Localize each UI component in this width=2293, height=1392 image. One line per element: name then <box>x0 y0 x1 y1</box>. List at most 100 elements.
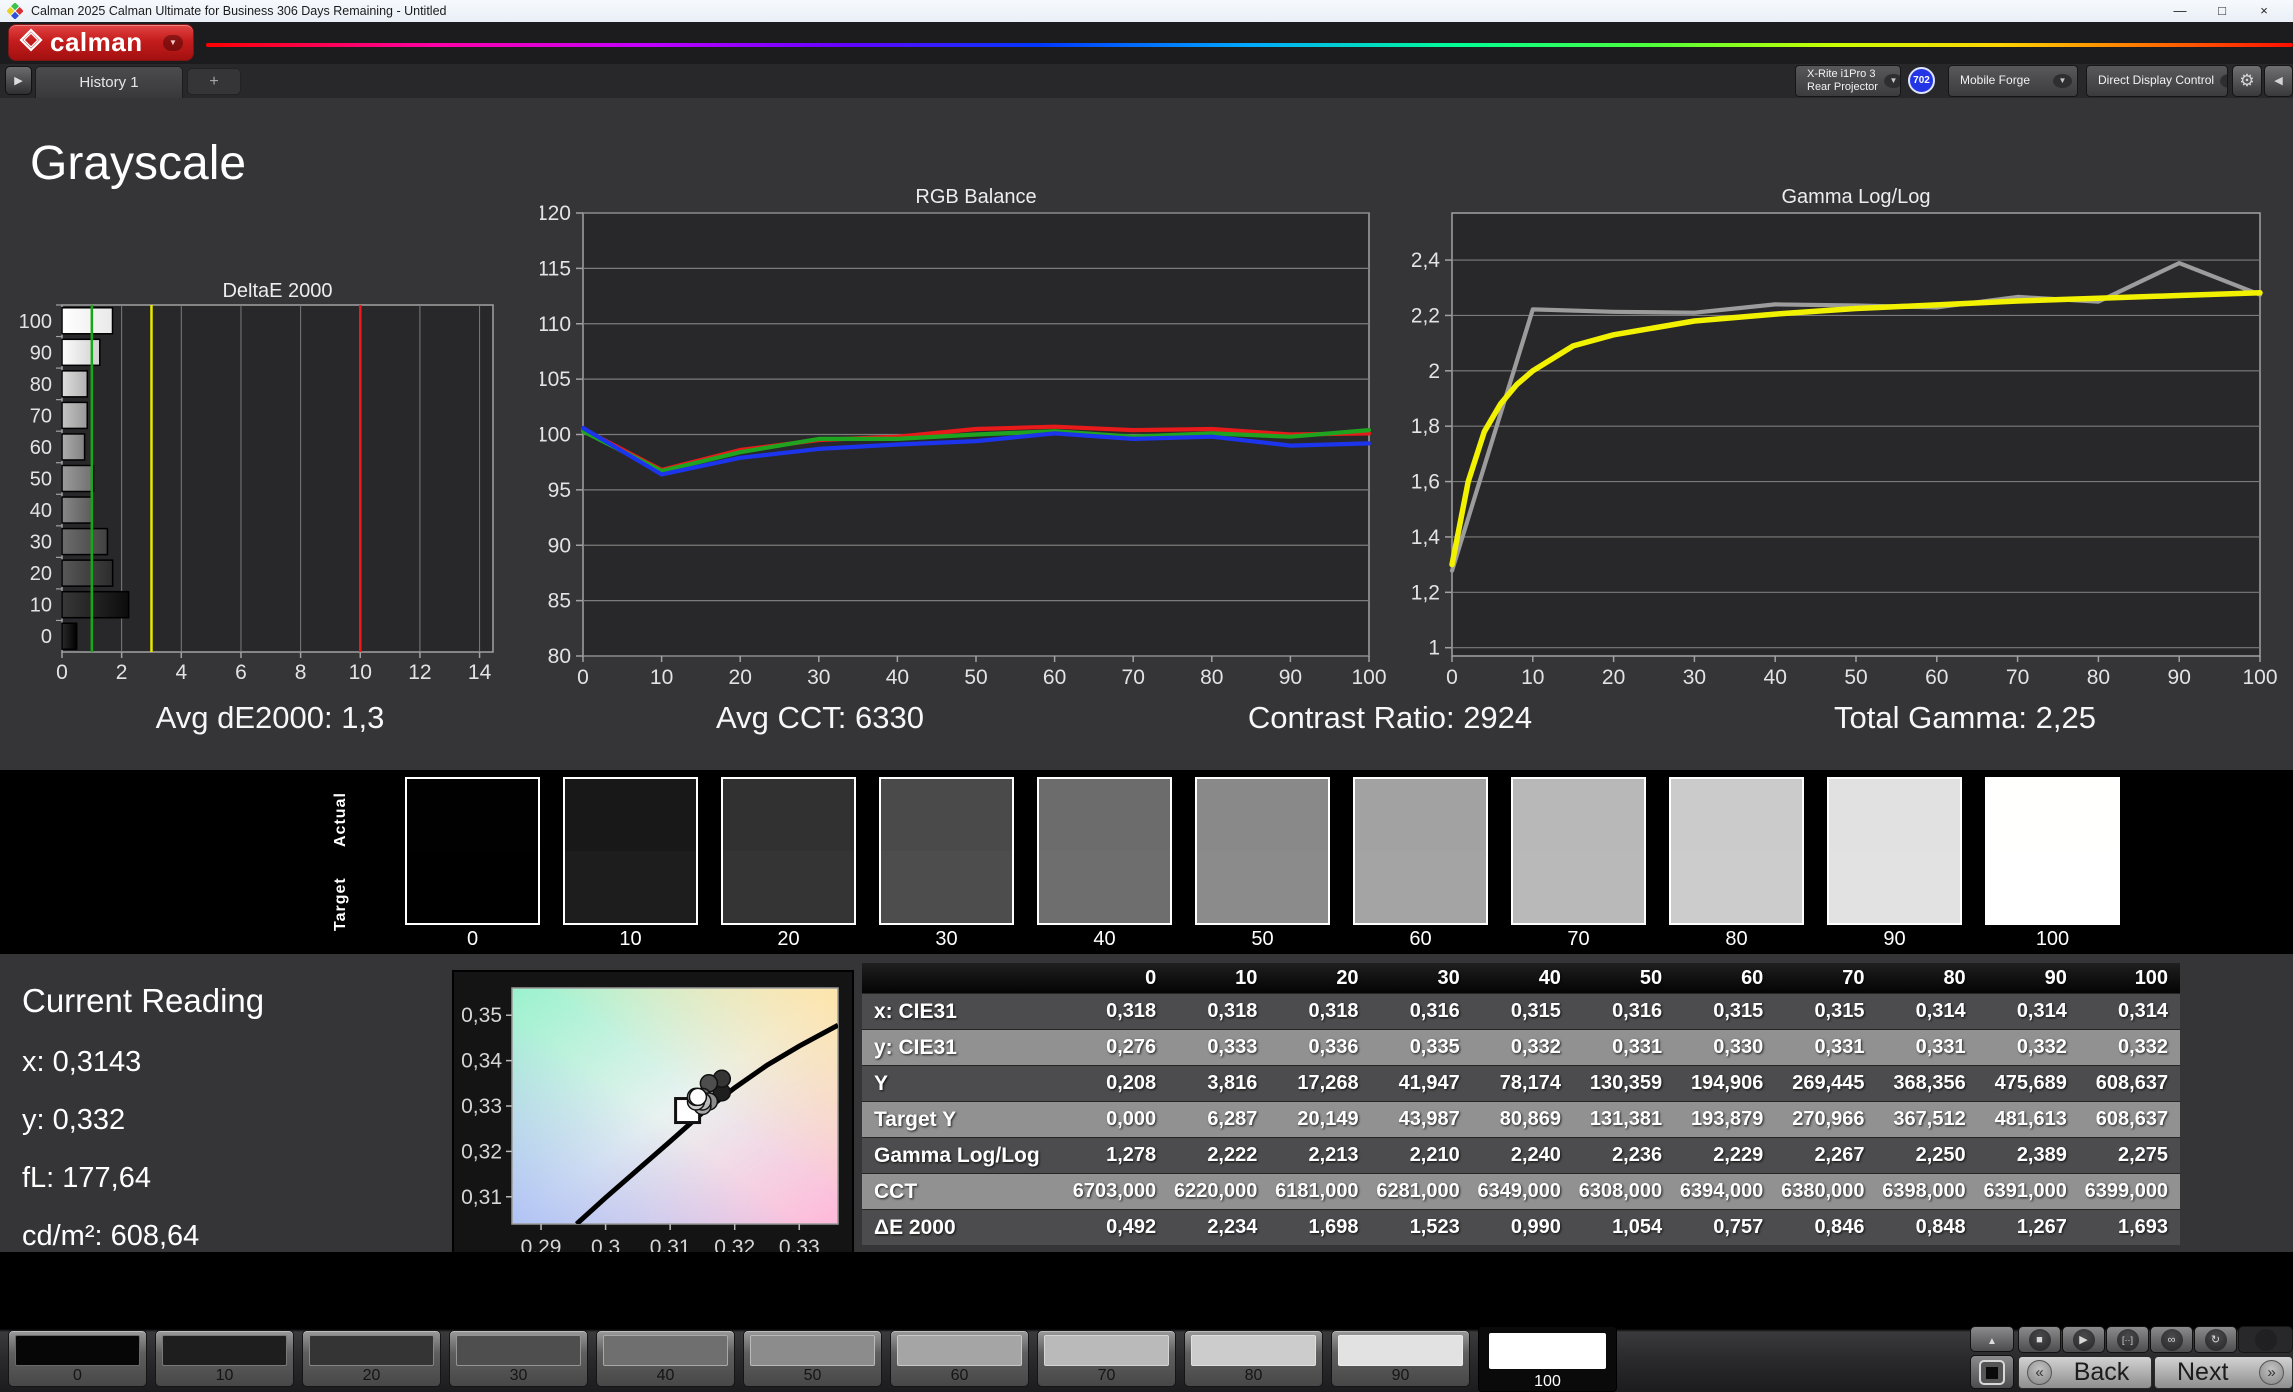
calman-window: Calman 2025 Calman Ultimate for Business… <box>0 0 2293 1392</box>
target-swatch-90 <box>1829 851 1960 923</box>
window-titlebar: Calman 2025 Calman Ultimate for Business… <box>0 0 2293 22</box>
meter-status-badge[interactable]: 702 <box>1908 67 1935 94</box>
table-cell: 0,314 <box>1877 1000 1978 1023</box>
play-button[interactable]: ▶ <box>2062 1326 2105 1353</box>
table-cell: 2,267 <box>1775 1144 1876 1167</box>
tab-scroll-button[interactable]: ▶ <box>5 66 32 95</box>
back-button[interactable]: « Back <box>2018 1356 2152 1389</box>
svg-text:1,6: 1,6 <box>1412 471 1440 494</box>
table-cell: 78,174 <box>1472 1072 1573 1095</box>
patch-swatch <box>897 1335 1022 1366</box>
svg-text:50: 50 <box>1844 666 1867 688</box>
table-cell: 1,693 <box>2079 1216 2180 1239</box>
loop-button[interactable]: ∞ <box>2150 1326 2193 1353</box>
table-column-header: 50 <box>1573 967 1674 990</box>
expand-patch-panel-button[interactable]: ▲ <box>1970 1326 2014 1352</box>
next-button[interactable]: Next » <box>2154 1356 2293 1389</box>
svg-text:1: 1 <box>1428 637 1440 660</box>
swatch-level-label: 100 <box>1985 928 2120 951</box>
stop-button[interactable]: ■ <box>2018 1326 2061 1353</box>
cie-chart-panel: 0,310,320,330,340,350,290,30,310,320,33 <box>452 970 854 1268</box>
actual-swatch-60 <box>1355 779 1486 851</box>
table-cell: 6281,000 <box>1371 1180 1472 1203</box>
loop-icon: ∞ <box>2161 1329 2183 1351</box>
svg-text:2: 2 <box>1428 360 1440 383</box>
table-row: y: CIE310,2760,3330,3360,3350,3320,3310,… <box>862 1029 2180 1065</box>
svg-text:1,4: 1,4 <box>1412 526 1440 549</box>
table-header-row: 0102030405060708090100 <box>862 963 2180 993</box>
grayscale-swatch-70 <box>1511 777 1646 925</box>
calman-logo-text: calman <box>50 27 143 58</box>
patch-swatch <box>603 1335 728 1366</box>
pattern-patch-70[interactable]: 70 <box>1037 1330 1176 1387</box>
swatch-level-label: 20 <box>721 928 856 951</box>
svg-text:10: 10 <box>650 666 673 688</box>
pattern-patch-40[interactable]: 40 <box>596 1330 735 1387</box>
table-cell: 6380,000 <box>1775 1180 1876 1203</box>
table-cell: 270,966 <box>1775 1108 1876 1131</box>
svg-text:2,4: 2,4 <box>1412 249 1440 272</box>
next-label: Next <box>2177 1358 2228 1387</box>
current-reading-panel: Current Reading x: 0,3143 y: 0,332 fL: 1… <box>22 982 442 1020</box>
table-column-header: 0 <box>1067 967 1168 990</box>
patch-swatch <box>1191 1335 1316 1366</box>
svg-text:40: 40 <box>30 500 52 522</box>
pattern-patch-0[interactable]: 0 <box>8 1330 147 1387</box>
rgb-balance-chart: 8085909510010511011512001020304050607080… <box>540 183 1390 688</box>
target-swatch-70 <box>1513 851 1644 923</box>
avg-de2000-stat: Avg dE2000: 1,3 <box>20 700 520 746</box>
pattern-patch-80[interactable]: 80 <box>1184 1330 1323 1387</box>
swatch-level-label: 80 <box>1669 928 1804 951</box>
table-cell: 269,445 <box>1775 1072 1876 1095</box>
pattern-patch-10[interactable]: 10 <box>155 1330 294 1387</box>
svg-text:2: 2 <box>116 661 128 684</box>
table-cell: 367,512 <box>1877 1108 1978 1131</box>
close-button[interactable]: × <box>2243 0 2285 22</box>
pattern-patch-100[interactable]: 100 <box>1478 1326 1617 1392</box>
patch-swatch <box>750 1335 875 1366</box>
tab-history-1[interactable]: History 1 <box>35 66 183 98</box>
calman-menu-button[interactable]: calman ▼ <box>8 24 194 61</box>
patch-label: 80 <box>1185 1367 1322 1385</box>
svg-text:70: 70 <box>30 405 52 427</box>
svg-text:80: 80 <box>30 374 52 396</box>
pattern-patch-90[interactable]: 90 <box>1331 1330 1470 1387</box>
table-cell: 0,332 <box>1978 1036 2079 1059</box>
svg-text:80: 80 <box>2087 666 2110 688</box>
patch-label: 20 <box>303 1367 440 1385</box>
table-cell: 2,240 <box>1472 1144 1573 1167</box>
table-cell: 6181,000 <box>1269 1180 1370 1203</box>
pattern-patch-30[interactable]: 30 <box>449 1330 588 1387</box>
maximize-button[interactable]: □ <box>2201 0 2243 22</box>
meter-dropdown[interactable]: X-Rite i1Pro 3 Rear Projector ▼ <box>1795 65 1901 97</box>
deltae-2000-chart: 024681012140102030405060708090100DeltaE … <box>20 283 500 688</box>
grayscale-swatch-30 <box>879 777 1014 925</box>
minimize-button[interactable]: — <box>2159 0 2201 22</box>
pattern-window-button[interactable]: [··] <box>2106 1326 2149 1353</box>
actual-swatch-40 <box>1039 779 1170 851</box>
table-cell: 6220,000 <box>1168 1180 1269 1203</box>
source-dropdown[interactable]: Mobile Forge ▼ <box>1948 65 2078 97</box>
actual-swatch-10 <box>565 779 696 851</box>
refresh-button[interactable]: ↻ <box>2194 1326 2237 1353</box>
grayscale-swatch-60 <box>1353 777 1488 925</box>
svg-text:0: 0 <box>41 626 52 648</box>
settings-button[interactable]: ⚙ <box>2232 65 2262 97</box>
pattern-patch-20[interactable]: 20 <box>302 1330 441 1387</box>
collapse-panel-button[interactable]: ◀ <box>2264 65 2293 97</box>
display-control-dropdown[interactable]: Direct Display Control ▼ <box>2086 65 2228 97</box>
pattern-patch-60[interactable]: 60 <box>890 1330 1029 1387</box>
patch-label: 0 <box>9 1367 146 1385</box>
table-row: ΔE 20000,4922,2341,6981,5230,9901,0540,7… <box>862 1209 2180 1245</box>
svg-text:90: 90 <box>30 342 52 364</box>
add-tab-button[interactable]: + <box>187 68 241 95</box>
pattern-window-button[interactable] <box>1970 1355 2014 1389</box>
grayscale-swatch-strip: Actual Target 0102030405060708090100 <box>0 770 2293 954</box>
svg-text:90: 90 <box>548 534 571 557</box>
table-column-header: 40 <box>1472 967 1573 990</box>
table-cell: 0,208 <box>1067 1072 1168 1095</box>
table-cell: 1,054 <box>1573 1216 1674 1239</box>
window-controls: —□× <box>2159 0 2285 22</box>
svg-text:80: 80 <box>1200 666 1223 688</box>
pattern-patch-50[interactable]: 50 <box>743 1330 882 1387</box>
